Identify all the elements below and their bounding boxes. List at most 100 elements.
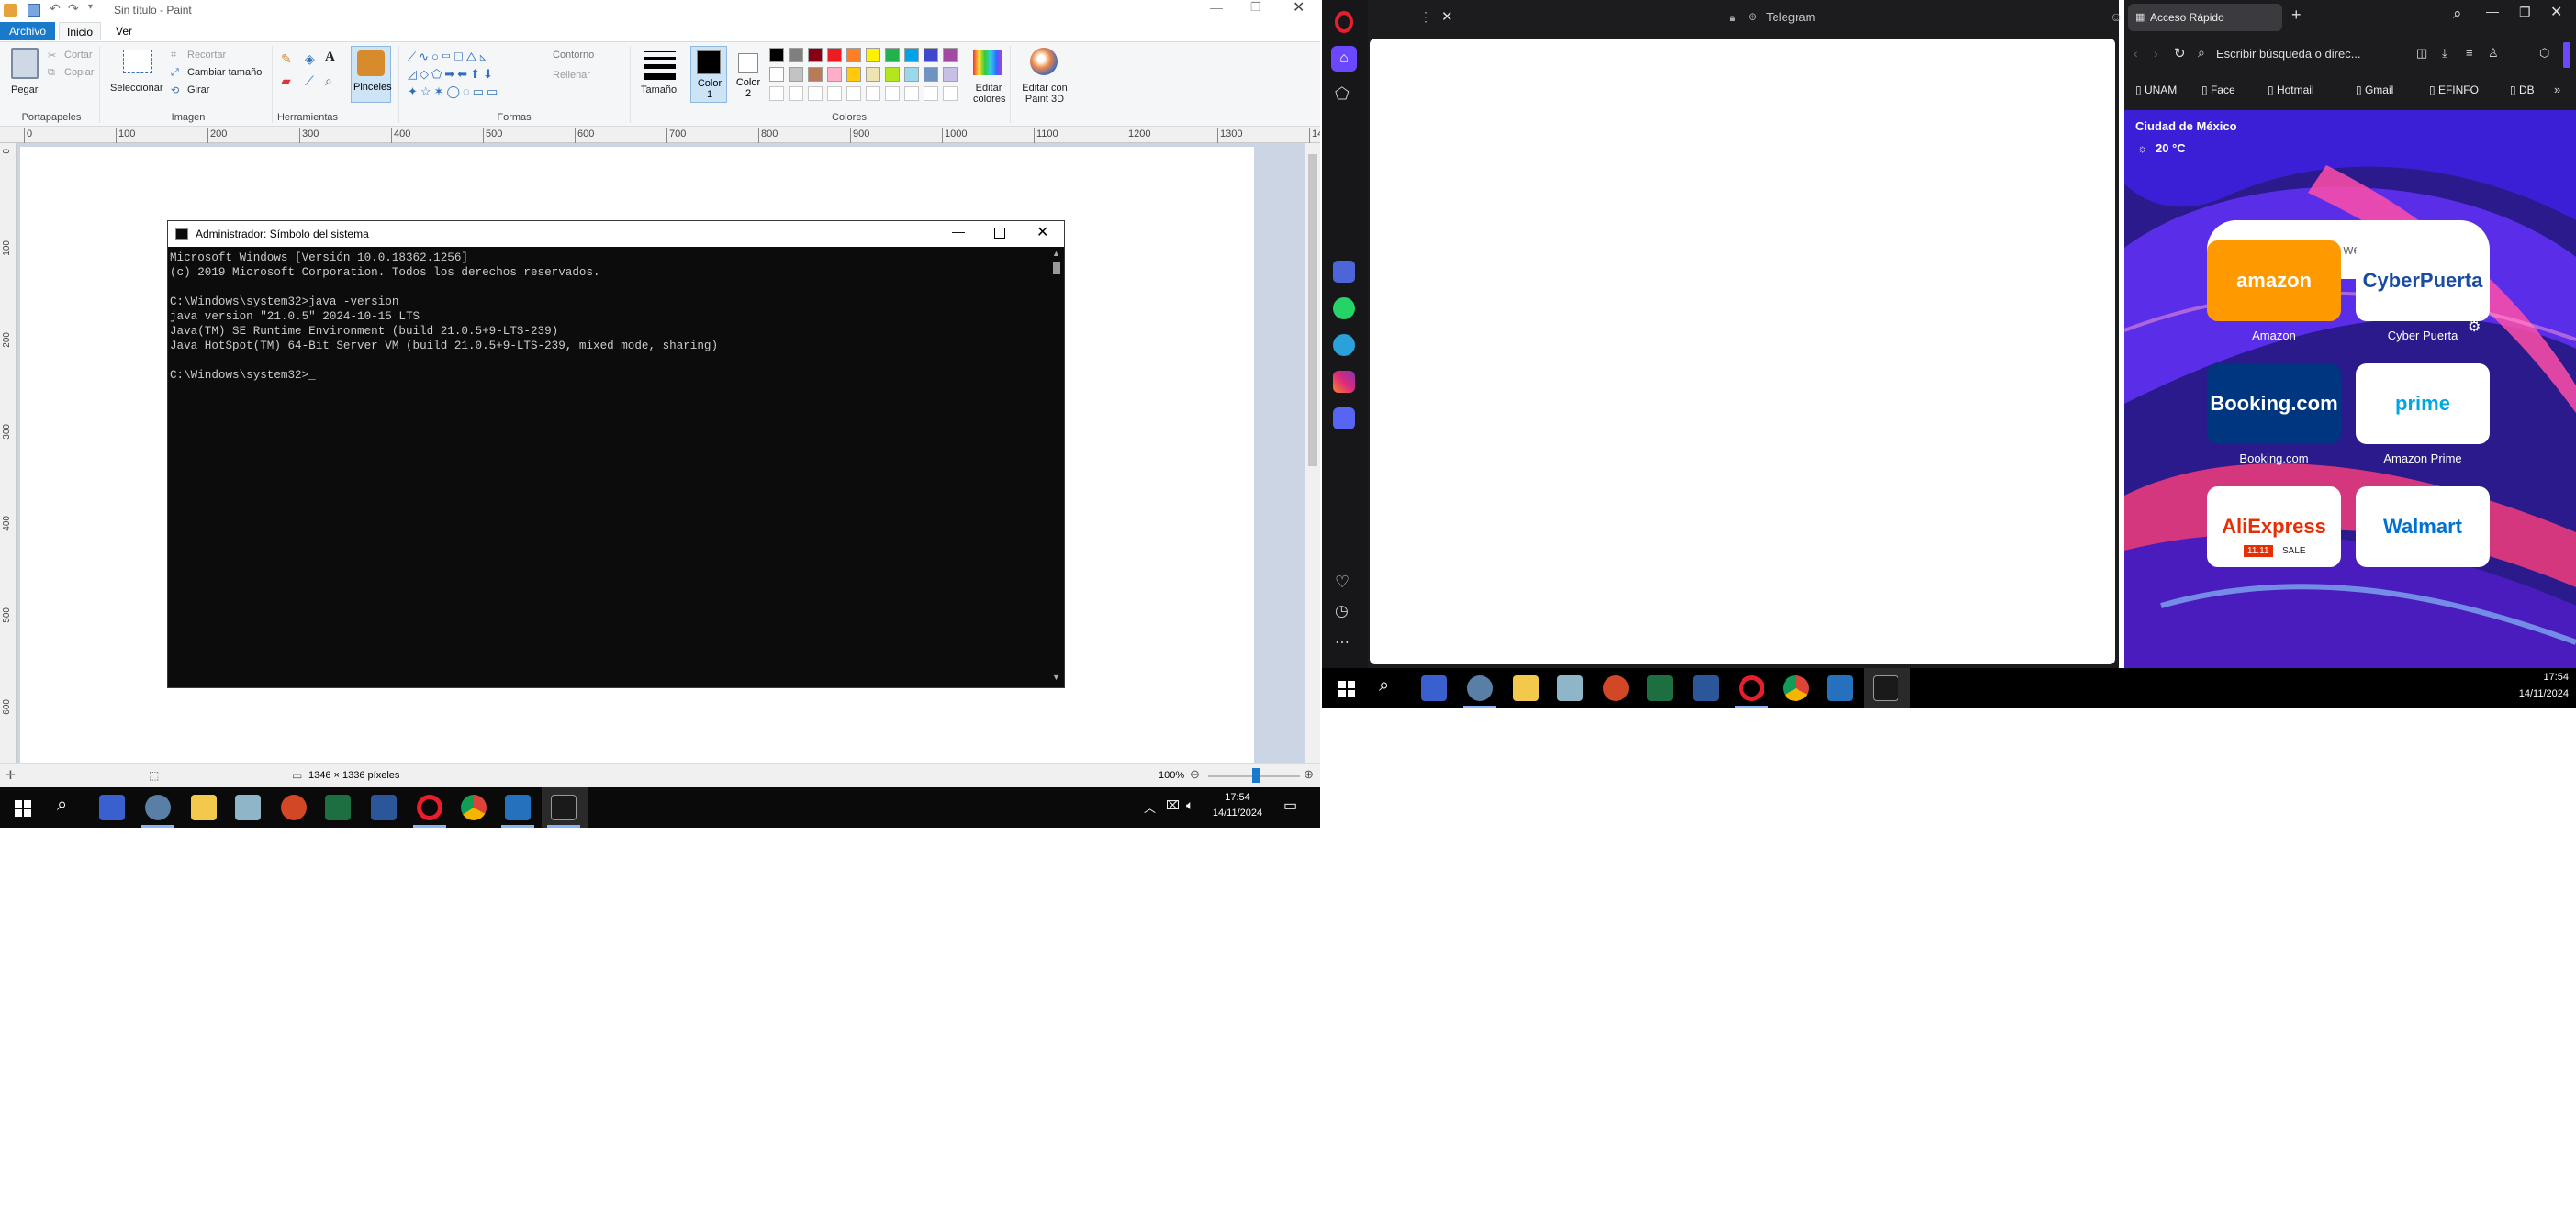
maximize-button[interactable]: ❐ [1250,0,1261,15]
color1-button[interactable]: Color 1 [690,46,727,103]
palette-empty-swatch[interactable] [866,86,880,101]
save-icon[interactable] [28,4,40,17]
rotate-button[interactable]: Girar [187,84,209,95]
eraser-icon[interactable]: ▰ [281,73,291,89]
close-button[interactable]: ✕ [1293,0,1305,17]
palette-swatch[interactable] [808,67,823,82]
palette-empty-swatch[interactable] [943,86,958,101]
pencil-icon[interactable]: ✎ [281,51,292,67]
brushes-button[interactable]: Pinceles [351,46,392,103]
volume-icon[interactable]: 🔈︎ [1186,797,1193,813]
undo-icon[interactable]: ↶ [50,1,61,17]
speed-dial-tile[interactable]: amazon [2207,240,2341,321]
file-explorer-icon[interactable] [1513,675,1539,701]
speed-dial-tile[interactable]: CyberPuerta [2356,240,2490,321]
cmd-taskbar-icon[interactable] [1873,675,1898,701]
menu-icon[interactable]: ≡ [2466,46,2473,60]
palette-swatch[interactable] [808,48,823,62]
select-button[interactable]: Seleccionar [110,83,162,94]
tab-speed-dial[interactable]: ▦ Acceso Rápido [2128,4,2282,31]
palette-empty-swatch[interactable] [885,86,900,101]
resize-button[interactable]: Cambiar tamaño [187,67,262,78]
color2-button[interactable]: Color 2 [733,46,766,103]
opera-icon[interactable] [1739,675,1764,701]
bookmark-item[interactable]: ▯ Gmail [2356,84,2393,96]
menu-dots-icon[interactable]: ⋮ [1419,9,1432,25]
powerpoint-icon[interactable] [1603,675,1629,701]
bookmark-item[interactable]: ▯ UNAM [2135,84,2177,96]
close-panel-icon[interactable]: ✕ [1441,8,1453,25]
edit-paint3d-button[interactable]: Editar con Paint 3D [1017,83,1072,105]
back-icon[interactable]: ‹ [2134,46,2138,61]
notifications-icon[interactable]: ▭ [1283,797,1297,815]
palette-empty-swatch[interactable] [808,86,823,101]
palette-swatch[interactable] [904,48,919,62]
address-bar[interactable]: Escribir búsqueda o direc... [2216,47,2361,61]
palette-swatch[interactable] [885,67,900,82]
palette-swatch[interactable] [885,48,900,62]
palette-swatch[interactable] [769,48,784,62]
scroll-up-icon[interactable]: ▲ [1052,249,1060,258]
quick-access-dropdown-icon[interactable]: ▾ [88,2,93,12]
palette-swatch[interactable] [943,48,958,62]
opera-logo-icon[interactable] [1335,11,1353,33]
palette-empty-swatch[interactable] [904,86,919,101]
speed-dial-tile[interactable]: Walmart [2356,486,2490,567]
window-restore-icon[interactable]: ❐ [2519,5,2531,20]
paint-taskbar-icon[interactable] [1467,675,1493,701]
discord-icon[interactable] [1333,407,1355,429]
palette-empty-swatch[interactable] [789,86,803,101]
clock-date[interactable]: 14/11/2024 [1208,808,1267,819]
vertical-scrollbar[interactable] [1305,143,1320,763]
word-icon[interactable] [1693,675,1719,701]
paint-taskbar-icon[interactable] [145,795,171,820]
clock-date[interactable]: 14/11/2024 [2506,688,2569,699]
zoom-in-icon[interactable]: ⊕ [1304,767,1314,782]
palette-swatch[interactable] [924,48,938,62]
cmd-maximize-button[interactable] [994,228,1005,239]
cmd-close-button[interactable]: ✕ [1036,223,1048,241]
profile-icon[interactable]: ♙ [2488,46,2499,61]
scroll-down-icon[interactable]: ▼ [1052,673,1060,682]
opera-icon[interactable] [417,795,442,820]
chrome-icon[interactable] [461,795,487,820]
clock-time[interactable]: 17:54 [2506,672,2569,683]
palette-swatch[interactable] [846,67,861,82]
instagram-icon[interactable] [1333,371,1355,393]
network-icon[interactable]: ⌧ [1166,798,1180,813]
speed-dial-tile[interactable]: Booking.com [2207,363,2341,444]
redo-icon[interactable]: ↷ [68,1,79,17]
forward-icon[interactable]: › [2154,46,2158,61]
edit-colors-icon[interactable] [973,50,1002,75]
shapes-gallery[interactable]: ⟋∿○▭▢△◺ ◿◇⬠➡⬅⬆⬇ ✦☆✶◯◌▭▭ [408,48,543,101]
paint3d-icon[interactable] [1030,48,1058,75]
palette-swatch[interactable] [827,48,842,62]
text-icon[interactable]: A [325,50,335,65]
fill-icon[interactable]: ◈ [305,51,315,67]
palette-swatch[interactable] [769,67,784,82]
cmd-minimize-button[interactable]: — [952,224,965,239]
bookmark-item[interactable]: ▯ Hotmail [2268,84,2314,96]
excel-icon[interactable] [325,795,351,820]
search-icon[interactable]: ⌕ [1379,675,1389,697]
palette-empty-swatch[interactable] [846,86,861,101]
app-icon[interactable] [1557,675,1583,701]
paste-icon[interactable] [11,48,39,79]
palette-swatch[interactable] [789,48,803,62]
reload-icon[interactable]: ↻ [2174,45,2186,61]
whatsapp-icon[interactable] [1333,297,1355,319]
aria-icon[interactable] [1333,261,1355,283]
palette-swatch[interactable] [904,67,919,82]
cmd-scrollbar[interactable]: ▲ ▼ [1049,247,1064,687]
speed-dial-tile[interactable]: prime [2356,363,2490,444]
camera-icon[interactable]: ◫ [2416,46,2427,61]
cmd-taskbar-icon[interactable] [551,795,577,820]
minimize-button[interactable]: — [1210,0,1223,15]
home-icon[interactable]: ⌂ [1331,46,1357,72]
bookmark-item[interactable]: ▯ EFINFO [2429,84,2479,96]
copy-button[interactable]: Copiar [64,67,94,78]
download-icon[interactable]: ⤓ [2442,46,2447,61]
paste-button[interactable]: Pegar [11,84,38,95]
chrome-icon[interactable] [1783,675,1809,701]
system-icon[interactable] [1421,675,1447,701]
